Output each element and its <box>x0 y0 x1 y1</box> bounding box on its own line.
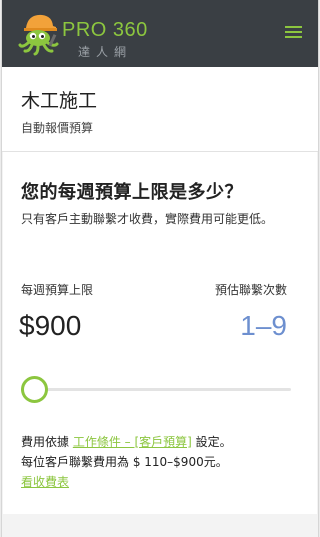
hamburger-menu-icon[interactable] <box>285 25 302 39</box>
service-subtitle: 自動報價預算 <box>21 121 94 135</box>
fee-note-line-2: 每位客戶聯繫費用為 $ 110–$900元。 <box>21 455 228 469</box>
budget-description: 只有客戶主動聯繫才收費，實際費用可能更低。 <box>21 212 274 226</box>
fee-note-line-3: 看收費表 <box>21 472 303 492</box>
mascot-logo-icon <box>18 14 59 56</box>
weekly-cap-value: $900 <box>19 310 82 341</box>
view-fee-schedule-link[interactable]: 看收費表 <box>21 475 69 489</box>
slider-track[interactable] <box>21 388 291 391</box>
menu-bar <box>285 36 302 38</box>
top-bar: PRO 360 達人網 <box>2 0 318 67</box>
app-frame: PRO 360 達人網 木工施工 自動報價預算 您的每週預算上限是多少？ 只有客… <box>1 0 319 537</box>
estimated-contacts-label: 預估聯繫次數 <box>214 283 287 297</box>
fee-note-line-1: 費用依據 工作條件 – [客戶預算] 設定。 <box>21 432 303 452</box>
weekly-cap-label: 每週預算上限 <box>21 283 94 297</box>
fee-note-suffix: 設定。 <box>191 435 232 449</box>
budget-question: 您的每週預算上限是多少？ <box>21 182 243 203</box>
logo-wordmark: PRO 360 <box>62 19 148 41</box>
slider-thumb[interactable] <box>21 376 48 403</box>
service-title: 木工施工 <box>21 90 98 112</box>
estimated-contacts-value: 1–9 <box>240 310 287 341</box>
page-bottom <box>2 514 318 537</box>
logo-subtitle: 達人網 <box>78 45 133 59</box>
service-header: 木工施工 自動報價預算 <box>2 67 318 152</box>
budget-slider[interactable] <box>21 376 291 404</box>
menu-bar <box>285 31 302 33</box>
fee-note-prefix: 費用依據 <box>21 435 73 449</box>
budget-card: 您的每週預算上限是多少？ 只有客戶主動聯繫才收費，實際費用可能更低。 每週預算上… <box>3 152 317 514</box>
fee-note: 費用依據 工作條件 – [客戶預算] 設定。 每位客戶聯繫費用為 $ 110–$… <box>21 432 303 492</box>
work-conditions-link[interactable]: 工作條件 – [客戶預算] <box>73 435 192 449</box>
pro360-logo[interactable]: PRO 360 達人網 <box>16 10 166 60</box>
menu-bar <box>285 26 302 28</box>
